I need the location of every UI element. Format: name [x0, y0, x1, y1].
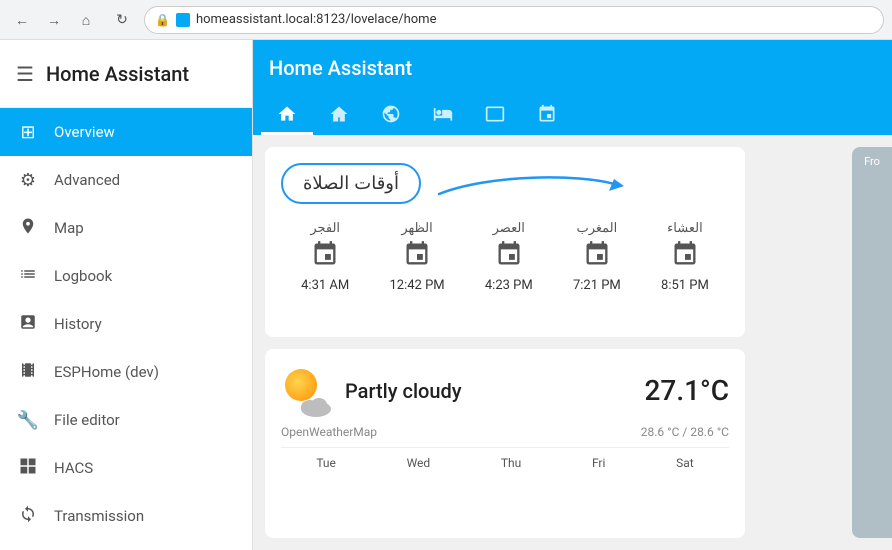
weather-minmax: 28.6 °C / 28.6 °C — [641, 425, 729, 439]
sidebar-label-overview: Overview — [54, 123, 115, 141]
map-icon — [16, 217, 40, 240]
sidebar: ☰ Home Assistant ⊞ Overview ⚙ Advanced M… — [0, 40, 253, 550]
prayer-col-maghrib: المغرب 7:21 PM — [573, 220, 621, 293]
weather-day-fri: Fri — [592, 456, 605, 470]
tab-2[interactable] — [313, 96, 365, 135]
maghrib-name: المغرب — [576, 220, 617, 236]
menu-icon[interactable]: ☰ — [16, 62, 34, 86]
maghrib-icon — [583, 240, 611, 274]
weather-day-thu: Thu — [501, 456, 521, 470]
home-button[interactable]: ⌂ — [72, 6, 100, 34]
hacs-icon — [16, 457, 40, 480]
logbook-icon — [16, 265, 40, 288]
prayer-times-grid: الفجر 4:31 AM الظهر 12:42 PM — [281, 220, 729, 293]
sidebar-item-esphome[interactable]: ESPHome (dev) — [0, 348, 252, 396]
main-area: Home Assistant — [253, 40, 892, 550]
weather-temperature: 27.1°C — [644, 374, 729, 407]
weather-day-sat: Sat — [676, 456, 694, 470]
transmission-icon — [16, 505, 40, 528]
prayer-col-dhuhr: الظهر 12:42 PM — [389, 220, 444, 293]
dhuhr-name: الظهر — [401, 220, 432, 236]
sidebar-label-map: Map — [54, 219, 84, 237]
site-favicon — [176, 13, 190, 27]
asr-icon — [495, 240, 523, 274]
weather-meta: OpenWeatherMap 28.6 °C / 28.6 °C — [281, 425, 729, 439]
sidebar-label-transmission: Transmission — [54, 507, 144, 525]
tab-3[interactable] — [365, 96, 417, 135]
sidebar-item-logbook[interactable]: Logbook — [0, 252, 252, 300]
weather-days: Tue Wed Thu Fri Sat — [281, 447, 729, 470]
prayer-col-isha: العشاء 8:51 PM — [661, 220, 709, 293]
file-editor-icon: 🔧 — [16, 410, 40, 431]
fajr-icon — [311, 240, 339, 274]
sidebar-label-history: History — [54, 315, 102, 333]
forward-button[interactable]: → — [40, 6, 68, 34]
sidebar-label-logbook: Logbook — [54, 267, 112, 285]
history-icon — [16, 313, 40, 336]
maghrib-time: 7:21 PM — [573, 278, 621, 293]
prayer-card: أوقات الصلاة الفجر 4 — [265, 147, 745, 337]
prayer-title-row: أوقات الصلاة — [281, 163, 729, 204]
sidebar-title: Home Assistant — [46, 62, 189, 86]
asr-name: العصر — [493, 220, 525, 236]
isha-time: 8:51 PM — [661, 278, 709, 293]
browser-chrome: ← → ⌂ ↻ 🔒 homeassistant.local:8123/lovel… — [0, 0, 892, 40]
sidebar-item-overview[interactable]: ⊞ Overview — [0, 108, 252, 156]
right-panel-label: Fro — [864, 155, 880, 168]
lock-icon: 🔒 — [155, 13, 170, 27]
advanced-icon: ⚙ — [16, 170, 40, 191]
refresh-button[interactable]: ↻ — [108, 6, 136, 34]
fajr-name: الفجر — [310, 220, 340, 236]
weather-day-tue: Tue — [316, 456, 336, 470]
url-text: homeassistant.local:8123/lovelace/home — [196, 12, 437, 27]
fajr-time: 4:31 AM — [301, 278, 349, 293]
weather-day-wed: Wed — [407, 456, 431, 470]
app-container: ☰ Home Assistant ⊞ Overview ⚙ Advanced M… — [0, 40, 892, 550]
esphome-icon — [16, 361, 40, 384]
weather-source: OpenWeatherMap — [281, 425, 377, 439]
dhuhr-time: 12:42 PM — [389, 278, 444, 293]
weather-icon — [281, 365, 333, 417]
weather-description: Partly cloudy — [345, 379, 632, 403]
cards-column: أوقات الصلاة الفجر 4 — [265, 147, 880, 538]
sidebar-label-esphome: ESPHome (dev) — [54, 363, 159, 381]
sidebar-item-transmission[interactable]: Transmission — [0, 492, 252, 540]
topbar: Home Assistant — [253, 40, 892, 96]
tab-4[interactable] — [417, 96, 469, 135]
sidebar-item-map[interactable]: Map — [0, 204, 252, 252]
annotation-arrow — [429, 164, 629, 204]
tabbar — [253, 96, 892, 135]
tab-6[interactable] — [521, 96, 573, 135]
sidebar-item-advanced[interactable]: ⚙ Advanced — [0, 156, 252, 204]
address-bar[interactable]: 🔒 homeassistant.local:8123/lovelace/home — [144, 6, 884, 34]
sidebar-item-hacs[interactable]: HACS — [0, 444, 252, 492]
content-area: أوقات الصلاة الفجر 4 — [253, 135, 892, 550]
sidebar-header: ☰ Home Assistant — [0, 40, 252, 108]
sidebar-item-file-editor[interactable]: 🔧 File editor — [0, 396, 252, 444]
weather-main: Partly cloudy 27.1°C — [281, 365, 729, 417]
sidebar-label-hacs: HACS — [54, 459, 93, 477]
right-panel: Fro — [852, 147, 892, 538]
isha-name: العشاء — [667, 220, 703, 236]
isha-icon — [671, 240, 699, 274]
dhuhr-icon — [403, 240, 431, 274]
nav-buttons: ← → ⌂ — [8, 6, 100, 34]
prayer-col-asr: العصر 4:23 PM — [485, 220, 533, 293]
prayer-col-fajr: الفجر 4:31 AM — [301, 220, 349, 293]
tab-5[interactable] — [469, 96, 521, 135]
tab-home[interactable] — [261, 96, 313, 135]
prayer-title: أوقات الصلاة — [281, 163, 421, 204]
sidebar-item-history[interactable]: History — [0, 300, 252, 348]
weather-card: Partly cloudy 27.1°C OpenWeatherMap 28.6… — [265, 349, 745, 539]
overview-icon: ⊞ — [16, 122, 40, 143]
back-button[interactable]: ← — [8, 6, 36, 34]
topbar-title: Home Assistant — [269, 56, 876, 80]
sidebar-label-advanced: Advanced — [54, 171, 120, 189]
asr-time: 4:23 PM — [485, 278, 533, 293]
sidebar-label-file-editor: File editor — [54, 411, 120, 429]
